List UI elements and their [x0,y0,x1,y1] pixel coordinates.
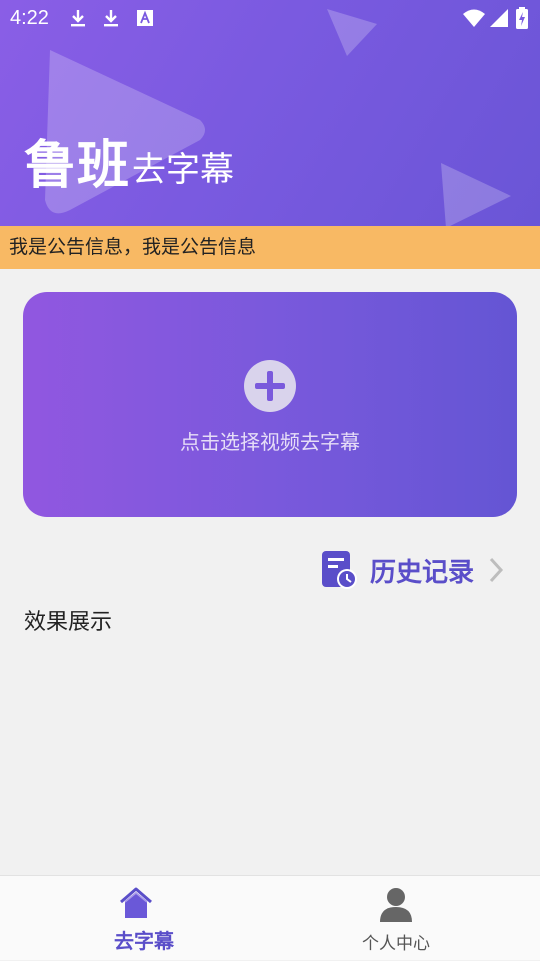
chevron-right-icon [489,557,504,583]
status-time: 4:22 [10,7,49,29]
person-icon [380,888,412,922]
history-button[interactable]: 历史记录 [320,548,516,592]
brand-subtitle: 去字幕 [132,150,235,190]
text-a-icon [137,10,153,26]
select-video-button[interactable]: 点击选择视频去字幕 [23,292,517,517]
brand-name: 鲁班 [24,136,131,196]
history-label: 历史记录 [370,557,475,588]
tab-profile[interactable]: 个人中心 [270,876,540,961]
effect-showcase-title: 效果展示 [24,610,113,635]
tab-label: 个人中心 [362,934,430,954]
history-clock-icon [322,551,357,589]
announcement-banner: 我是公告信息，我是公告信息 [0,226,540,269]
wifi-icon [463,9,485,27]
tab-label: 去字幕 [114,929,174,953]
app-header: 4:22 鲁班 去字幕 [0,0,540,226]
bottom-navigation: 去字幕 个人中心 [0,875,540,960]
download-icon [104,10,118,27]
home-icon [120,887,152,918]
plus-circle-icon [244,360,296,412]
status-bar: 4:22 [0,0,540,36]
signal-icon [490,9,508,27]
download-icon [71,10,85,27]
tab-remove-subtitles[interactable]: 去字幕 [0,876,270,961]
battery-charging-icon [516,7,528,29]
decorative-play-shape [441,163,511,226]
app-brand: 鲁班 去字幕 [24,136,234,196]
select-video-label: 点击选择视频去字幕 [180,430,360,454]
